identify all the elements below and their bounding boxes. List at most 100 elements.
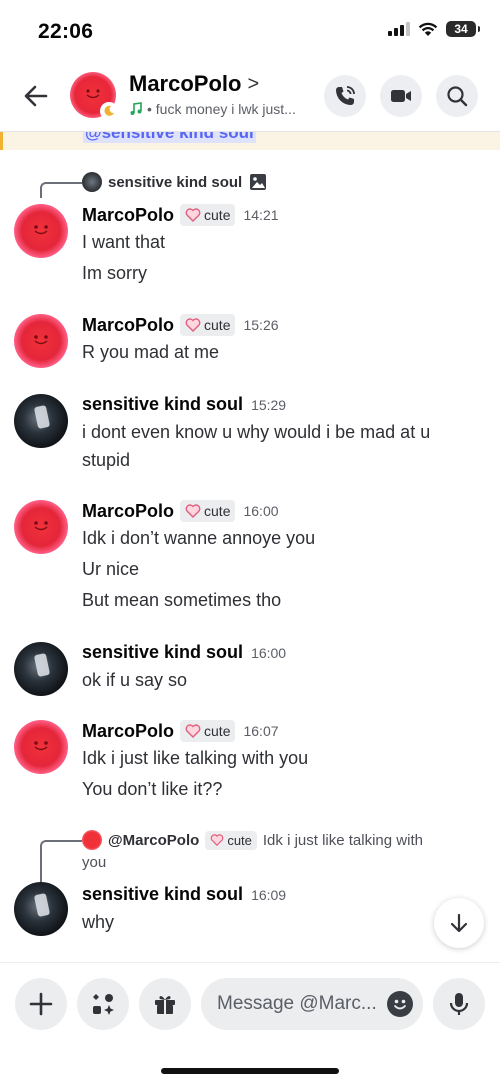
arrow-down-icon [450,913,468,933]
avatar [82,172,102,192]
author-name[interactable]: MarcoPolo [82,315,174,336]
timestamp: 14:21 [243,207,279,223]
timestamp: 16:09 [251,886,287,903]
author-name[interactable]: MarcoPolo [82,205,174,226]
face-icon [86,89,100,99]
gift-icon [155,996,175,1014]
reply-preview: Idk i just like talking with [262,831,423,849]
message-input[interactable]: Message @Marc... [201,978,423,1030]
message-text: why [82,912,115,932]
reply-author: @MarcoPolo [108,831,200,849]
message-text: Idk i just like talking with you [82,748,309,768]
dm-header: MarcoPolo > • fuck money i lwk just... [0,62,500,132]
custom-status: • fuck money i lwk just... [129,101,315,117]
reply-reference[interactable]: @MarcoPolo cute Idk i just like talking … [82,830,423,850]
avatar[interactable] [14,314,68,368]
header-title[interactable]: MarcoPolo > [129,71,259,97]
avatar[interactable] [14,204,68,258]
reply-author: sensitive kind soul [108,173,243,191]
author-name[interactable]: sensitive kind soul [82,394,243,415]
avatar[interactable] [14,882,68,936]
reply-connector [40,840,82,884]
apps-button[interactable] [77,978,129,1030]
avatar[interactable] [14,500,68,554]
microphone-icon [449,993,469,1015]
heart-icon [185,504,201,518]
home-indicator [161,1068,339,1074]
tag-label: cute [227,832,252,848]
heart-icon [185,318,201,332]
author-name[interactable]: sensitive kind soul [82,642,243,663]
image-icon [250,174,267,190]
reply-reference[interactable]: sensitive kind soul [82,172,268,192]
phone-call-icon [336,86,355,105]
author-name[interactable]: MarcoPolo [82,501,174,522]
message-composer: Message @Marc... [0,962,500,1083]
message-text: You don’t like it?? [82,779,223,799]
server-tag[interactable]: cute [180,500,236,522]
message-text: i dont even know u why would i be mad at… [82,422,431,442]
avatar[interactable] [14,642,68,696]
face-icon [34,741,48,751]
reply-connector [40,182,82,198]
tag-label: cute [204,503,231,519]
chevron-right-icon: > [247,72,260,95]
avatar[interactable] [14,720,68,774]
status-icons: 34 [388,21,480,37]
wifi-icon [418,22,438,36]
message-text: I want that [82,232,166,252]
video-camera-icon [391,90,411,102]
server-tag[interactable]: cute [180,314,236,336]
mention-text[interactable]: @sensitive kind soul [83,132,256,143]
message-text: stupid [82,450,131,470]
author-name[interactable]: sensitive kind soul [82,884,243,905]
avatar [82,830,102,850]
status-text: • fuck money i lwk just... [147,101,296,117]
timestamp: 16:00 [243,503,279,519]
tag-label: cute [204,723,231,739]
tag-label: cute [204,207,231,223]
emoji-icon[interactable] [387,991,413,1017]
message-placeholder: Message @Marc... [217,993,377,1014]
moon-icon [100,102,118,120]
jump-to-bottom-button[interactable] [434,898,484,948]
search-button[interactable] [436,75,478,117]
reply-preview-continued: you [82,854,107,871]
timestamp: 16:00 [251,644,287,661]
server-tag[interactable]: cute [180,720,236,742]
message-text: ok if u say so [82,670,188,690]
apps-icon [93,994,114,1015]
avatar[interactable] [14,394,68,448]
server-tag: cute [205,830,257,850]
heart-icon [210,834,224,846]
signal-icon [388,22,410,36]
message-text: Im sorry [82,263,147,283]
video-call-button[interactable] [380,75,422,117]
status-time: 22:06 [38,20,94,43]
message-text: Ur nice [82,559,140,579]
heart-icon [185,724,201,738]
back-arrow-icon[interactable] [20,80,52,112]
face-icon [34,521,48,531]
author-name[interactable]: MarcoPolo [82,721,174,742]
message-text: R you mad at me [82,342,220,362]
voice-call-button[interactable] [324,75,366,117]
header-name: MarcoPolo [129,71,242,96]
music-note-icon [130,102,142,115]
gift-button[interactable] [139,978,191,1030]
mention-highlight: @sensitive kind soul [0,132,500,150]
battery-indicator: 34 [446,21,480,37]
timestamp: 15:29 [251,396,287,413]
timestamp: 16:07 [243,723,279,739]
face-icon [34,335,48,345]
voice-message-button[interactable] [433,978,485,1030]
tag-label: cute [204,317,231,333]
message-text: Idk i don’t wanne annoye you [82,528,316,548]
face-icon [34,225,48,235]
search-icon [447,86,468,107]
heart-icon [185,208,201,222]
status-bar: 22:06 34 [0,0,500,62]
add-attachment-button[interactable] [15,978,67,1030]
server-tag[interactable]: cute [180,204,236,226]
message-text: But mean sometimes tho [82,590,282,610]
